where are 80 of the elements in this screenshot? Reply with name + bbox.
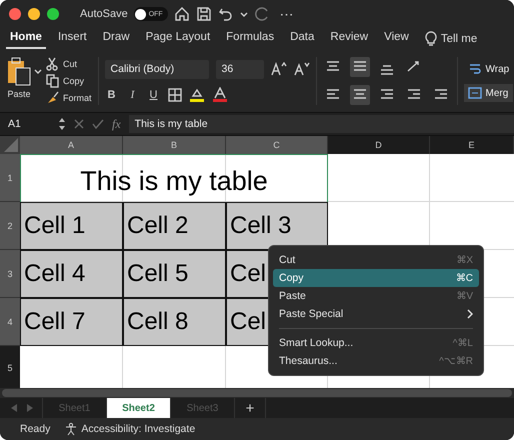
undo-icon[interactable] (218, 6, 234, 22)
align-middle-icon[interactable] (350, 57, 370, 77)
clipboard-copy-button[interactable]: Copy (46, 74, 92, 88)
brush-icon (46, 91, 59, 105)
autosave-label: AutoSave (80, 8, 128, 20)
accessibility-icon (64, 422, 78, 436)
clipboard-format-button[interactable]: Format (46, 91, 92, 105)
row-header[interactable]: 2 (0, 202, 20, 250)
font-color-icon[interactable] (212, 86, 228, 102)
shortcut-label: ^⌘L (452, 337, 473, 349)
stepper-icon[interactable] (58, 117, 66, 131)
column-header[interactable]: C (226, 136, 328, 154)
function-button[interactable]: fx (112, 116, 121, 132)
more-button[interactable]: ⋯ (280, 6, 294, 22)
table-cell: Cell 1 (20, 202, 123, 250)
lightbulb-icon (424, 31, 437, 47)
merge-button[interactable]: Merg (464, 84, 514, 102)
clipboard-icon (6, 57, 32, 87)
wrap-text-button[interactable]: Wrap (464, 60, 514, 78)
formula-input[interactable]: This is my table (128, 115, 514, 133)
minimize-button[interactable] (28, 8, 40, 20)
redo-icon (254, 6, 270, 22)
italic-button[interactable]: I (126, 88, 140, 100)
underline-button[interactable]: U (146, 88, 161, 100)
borders-icon[interactable] (168, 88, 182, 102)
column-header[interactable]: D (328, 136, 430, 154)
check-icon (92, 119, 104, 129)
fill-color-icon[interactable] (188, 86, 205, 102)
accessibility-button[interactable]: Accessibility: Investigate (64, 422, 196, 436)
merge-icon (468, 86, 482, 100)
table-cell: Cell 7 (20, 298, 123, 346)
caret-icon[interactable] (240, 10, 248, 18)
name-box[interactable]: A1 (8, 118, 50, 130)
row-header[interactable]: 4 (0, 298, 20, 346)
scissors-icon (46, 57, 59, 71)
row-header[interactable]: 1 (0, 154, 20, 202)
tell-me-search[interactable]: Tell me (416, 28, 486, 53)
menu-item[interactable]: Copy ⌘C (273, 269, 479, 287)
menu-item[interactable]: Thesaurus... ^⌥⌘R (273, 352, 479, 370)
column-header[interactable]: B (123, 136, 226, 154)
save-icon[interactable] (196, 6, 212, 22)
zoom-button[interactable] (47, 8, 59, 20)
align-center-icon[interactable] (350, 85, 370, 105)
shortcut-label: ⌘C (456, 272, 473, 284)
column-header[interactable]: A (20, 136, 123, 154)
row-header[interactable]: 5 (0, 346, 20, 388)
shortcut-label: ⌘X (456, 254, 473, 266)
shortcut-label: ^⌥⌘R (439, 355, 473, 367)
ribbon-tab[interactable]: Data (282, 28, 322, 49)
paste-button[interactable]: Paste (6, 57, 32, 99)
font-name-dropdown[interactable]: Calibri (Body) (104, 60, 209, 78)
table-cell: Cell 4 (20, 250, 123, 298)
caret-icon[interactable] (34, 67, 42, 75)
table-cell: Cell 2 (123, 202, 226, 250)
table-cell: Cell 8 (123, 298, 226, 346)
wrap-icon (468, 62, 482, 76)
scrollbar-thumb[interactable] (2, 389, 512, 397)
sheet-tab[interactable]: Sheet2 (106, 398, 170, 418)
ribbon-tab[interactable]: Draw (94, 28, 138, 49)
bold-button[interactable]: B (104, 88, 119, 100)
clipboard-cut-button[interactable]: Cut (46, 57, 92, 71)
row-header[interactable]: 3 (0, 250, 20, 298)
ribbon-tab[interactable]: Review (322, 28, 376, 49)
font-grow-icon[interactable] (270, 62, 287, 76)
home-icon[interactable] (174, 6, 190, 22)
ribbon-tab[interactable]: Insert (50, 28, 95, 49)
font-size-dropdown[interactable]: 36 (216, 60, 264, 78)
copy-icon (46, 74, 59, 88)
table-cell: Cell 3 (226, 202, 328, 250)
font-shrink-icon[interactable] (294, 62, 310, 76)
column-header[interactable]: E (430, 136, 514, 154)
table-cell: Cell 5 (123, 250, 226, 298)
shortcut-label: ⌘V (456, 290, 473, 302)
status-text: Ready (20, 423, 50, 435)
ribbon-tab[interactable]: Page Layout (138, 28, 218, 49)
ribbon-tab[interactable]: View (376, 28, 417, 49)
ribbon-tab[interactable]: Formulas (218, 28, 282, 49)
cancel-icon (74, 119, 84, 129)
close-button[interactable] (9, 8, 21, 20)
chevron-right-icon (467, 309, 473, 319)
